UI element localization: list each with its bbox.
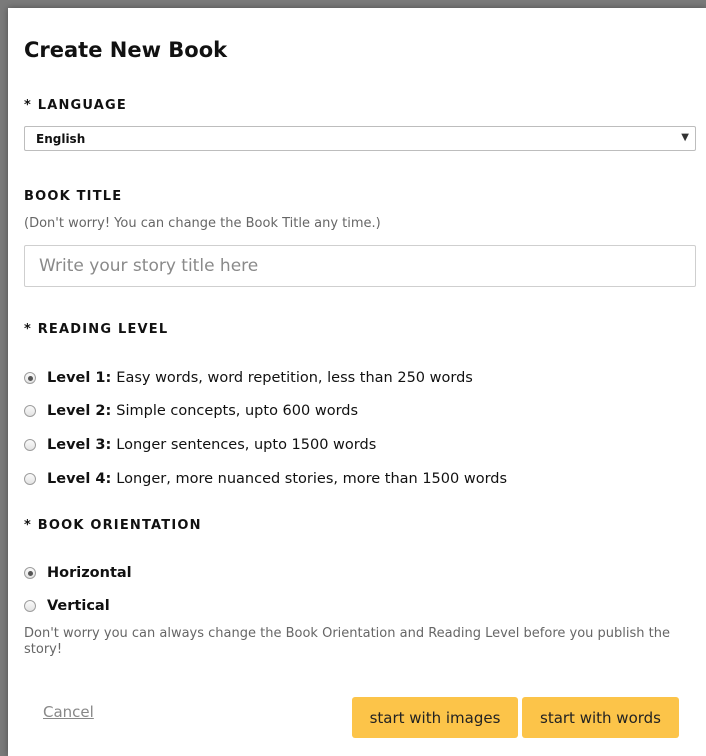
reading-level-label: * READING LEVEL — [24, 322, 169, 337]
option-description: Longer sentences, upto 1500 words — [116, 437, 377, 453]
start-with-words-button[interactable]: start with words — [522, 697, 679, 738]
option-name: Level 1: — [47, 370, 112, 386]
language-select[interactable]: English ▼ — [24, 126, 696, 151]
reading-level-option-1[interactable]: Level 1: Easy words, word repetition, le… — [24, 370, 473, 386]
orientation-option-vertical[interactable]: Vertical — [24, 598, 115, 614]
option-name: Horizontal — [47, 565, 132, 581]
option-name: Vertical — [47, 598, 110, 614]
language-label: * LANGUAGE — [24, 98, 127, 113]
radio-checked-icon[interactable] — [24, 567, 36, 579]
start-with-images-button[interactable]: start with images — [352, 697, 518, 738]
radio-unchecked-icon[interactable] — [24, 405, 36, 417]
caret-down-icon: ▼ — [681, 132, 689, 143]
radio-checked-icon[interactable] — [24, 372, 36, 384]
dialog-title: Create New Book — [24, 38, 228, 62]
radio-unchecked-icon[interactable] — [24, 473, 36, 485]
create-book-dialog: Create New Book * LANGUAGE English ▼ BOO… — [8, 8, 706, 756]
orientation-note: Don't worry you can always change the Bo… — [24, 626, 670, 657]
language-selected-value: English — [36, 132, 86, 146]
orientation-option-horizontal[interactable]: Horizontal — [24, 565, 137, 581]
option-description: Easy words, word repetition, less than 2… — [116, 370, 473, 386]
book-title-hint: (Don't worry! You can change the Book Ti… — [24, 216, 381, 231]
reading-level-option-4[interactable]: Level 4: Longer, more nuanced stories, m… — [24, 471, 507, 487]
reading-level-option-3[interactable]: Level 3: Longer sentences, upto 1500 wor… — [24, 437, 376, 453]
option-name: Level 4: — [47, 471, 112, 487]
option-name: Level 2: — [47, 403, 112, 419]
option-description: Longer, more nuanced stories, more than … — [116, 471, 508, 487]
option-name: Level 3: — [47, 437, 112, 453]
orientation-label: * BOOK ORIENTATION — [24, 518, 202, 533]
cancel-link[interactable]: Cancel — [43, 703, 94, 721]
book-title-input[interactable] — [24, 245, 696, 287]
radio-unchecked-icon[interactable] — [24, 600, 36, 612]
book-title-label: BOOK TITLE — [24, 189, 123, 204]
radio-unchecked-icon[interactable] — [24, 439, 36, 451]
reading-level-option-2[interactable]: Level 2: Simple concepts, upto 600 words — [24, 403, 358, 419]
option-description: Simple concepts, upto 600 words — [116, 403, 359, 419]
